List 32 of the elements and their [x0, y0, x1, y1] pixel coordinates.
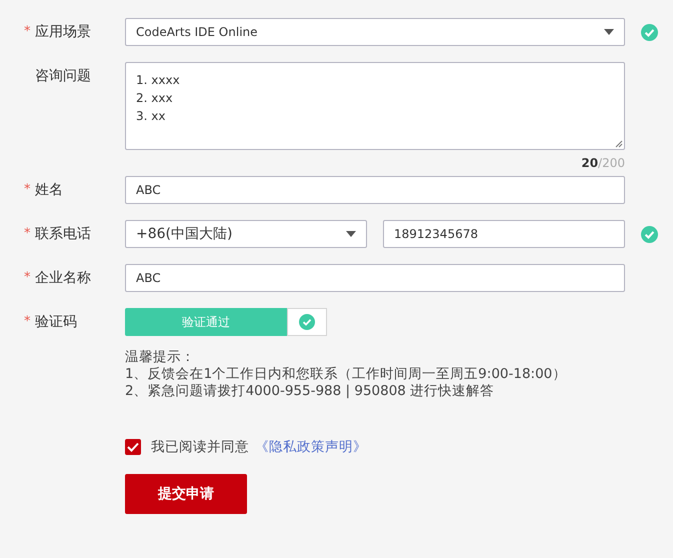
agreement-checkbox[interactable]	[125, 439, 141, 455]
submit-button[interactable]: 提交申请	[125, 474, 247, 514]
captcha-status-bar: 验证通过	[125, 308, 287, 336]
phone-input-field[interactable]: 18912345678	[383, 220, 625, 248]
input-field[interactable]: ABC	[125, 264, 625, 292]
tip-line: 2、紧急问题请拨打4000-955-988 | 950808 进行快速解答	[125, 383, 496, 400]
field-label: 姓名	[35, 181, 63, 200]
input-field[interactable]: ABC	[125, 176, 625, 204]
agreement-text: 我已阅读并同意	[151, 438, 249, 456]
country-code-select[interactable]: +86(中国大陆)	[125, 220, 367, 248]
field-label: 咨询问题	[35, 67, 91, 86]
field-label: 联系电话	[35, 225, 91, 244]
field-label: 企业名称	[35, 269, 91, 288]
required-mark: *	[24, 181, 32, 199]
question-textarea[interactable]: 1. xxxx 2. xxx 3. xx	[125, 62, 625, 150]
required-mark: *	[24, 313, 32, 331]
tips-title: 温馨提示：	[125, 349, 196, 366]
tip-line: 1、反馈会在1个工作日内和您联系（工作时间周一至周五9:00-18:00）	[125, 366, 568, 383]
caret-icon	[346, 231, 356, 237]
privacy-policy-link[interactable]: 《隐私政策声明》	[255, 438, 367, 456]
required-mark: *	[24, 225, 32, 243]
check-icon	[299, 314, 315, 330]
required-mark: *	[24, 23, 32, 41]
field-label: 验证码	[35, 313, 77, 332]
caret-icon	[604, 29, 614, 35]
field-label: 应用场景	[35, 23, 91, 42]
character-limit: /200	[598, 156, 625, 170]
character-count: 20	[581, 156, 598, 170]
required-mark: *	[24, 269, 32, 287]
resize-grip-icon	[615, 140, 623, 148]
captcha-check-button[interactable]	[287, 308, 327, 336]
scenario-select[interactable]: CodeArts IDE Online	[125, 18, 625, 46]
